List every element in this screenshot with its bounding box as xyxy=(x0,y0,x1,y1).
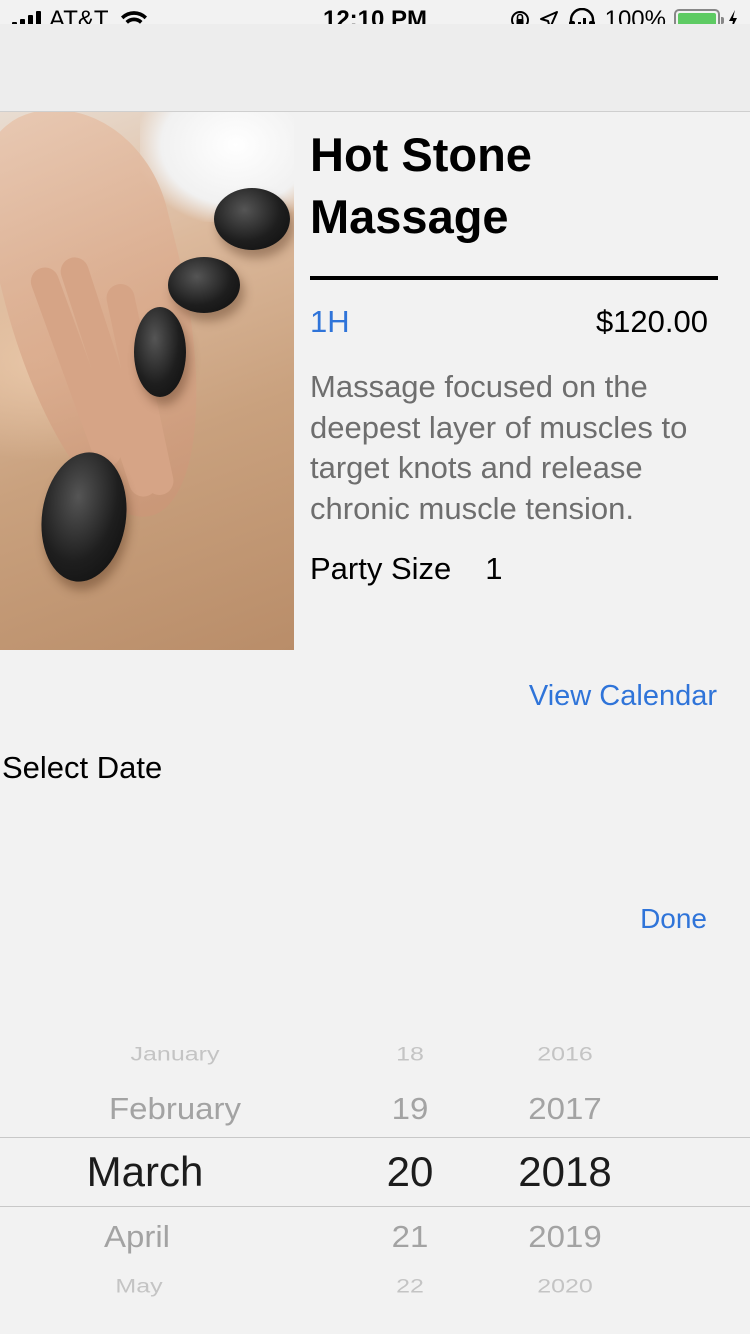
party-size-label: Party Size xyxy=(310,551,452,586)
done-button[interactable]: Done xyxy=(640,903,707,935)
picker-month-option[interactable]: January xyxy=(60,1043,290,1066)
service-image xyxy=(0,112,294,650)
day-wheel[interactable]: 18 19 20 21 22 xyxy=(360,1030,460,1330)
service-duration: 1H xyxy=(310,304,350,339)
month-wheel[interactable]: January February March April May xyxy=(60,1030,290,1330)
service-title: Hot Stone Massage xyxy=(310,128,532,243)
picker-day-option[interactable]: 18 xyxy=(360,1043,460,1066)
picker-year-option[interactable]: 2019 xyxy=(490,1220,640,1255)
picker-month-selected[interactable]: March xyxy=(30,1148,260,1196)
picker-day-option[interactable]: 19 xyxy=(360,1092,460,1127)
stone-1 xyxy=(214,188,290,250)
picker-year-selected[interactable]: 2018 xyxy=(490,1148,640,1196)
party-size-row[interactable]: Party Size 1 xyxy=(310,551,720,587)
select-date-label: Select Date xyxy=(2,750,163,785)
picker-day-option[interactable]: 22 xyxy=(360,1275,460,1298)
picker-year-option[interactable]: 2017 xyxy=(490,1092,640,1127)
picker-month-option[interactable]: May xyxy=(24,1275,254,1298)
date-picker[interactable]: January February March April May 18 19 2… xyxy=(0,1030,750,1330)
stone-2 xyxy=(168,257,240,313)
picker-year-option[interactable]: 2020 xyxy=(490,1275,640,1298)
year-wheel[interactable]: 2016 2017 2018 2019 2020 xyxy=(490,1030,640,1330)
party-size-value[interactable]: 1 xyxy=(485,551,502,587)
service-info: Hot Stone Massage 1H $120.00 Massage foc… xyxy=(310,112,720,587)
view-calendar-button[interactable]: View Calendar xyxy=(529,680,717,713)
service-price: $120.00 xyxy=(595,304,708,339)
navigation-bar xyxy=(0,24,750,112)
picker-day-option[interactable]: 21 xyxy=(360,1220,460,1255)
picker-month-option[interactable]: February xyxy=(60,1092,290,1127)
title-divider xyxy=(310,276,718,280)
picker-month-option[interactable]: April xyxy=(22,1220,252,1255)
stone-3 xyxy=(134,307,186,397)
service-description: Massage focused on the deepest layer of … xyxy=(310,369,688,526)
picker-day-selected[interactable]: 20 xyxy=(360,1148,460,1196)
service-meta: 1H $120.00 xyxy=(310,302,708,342)
picker-year-option[interactable]: 2016 xyxy=(490,1043,640,1066)
